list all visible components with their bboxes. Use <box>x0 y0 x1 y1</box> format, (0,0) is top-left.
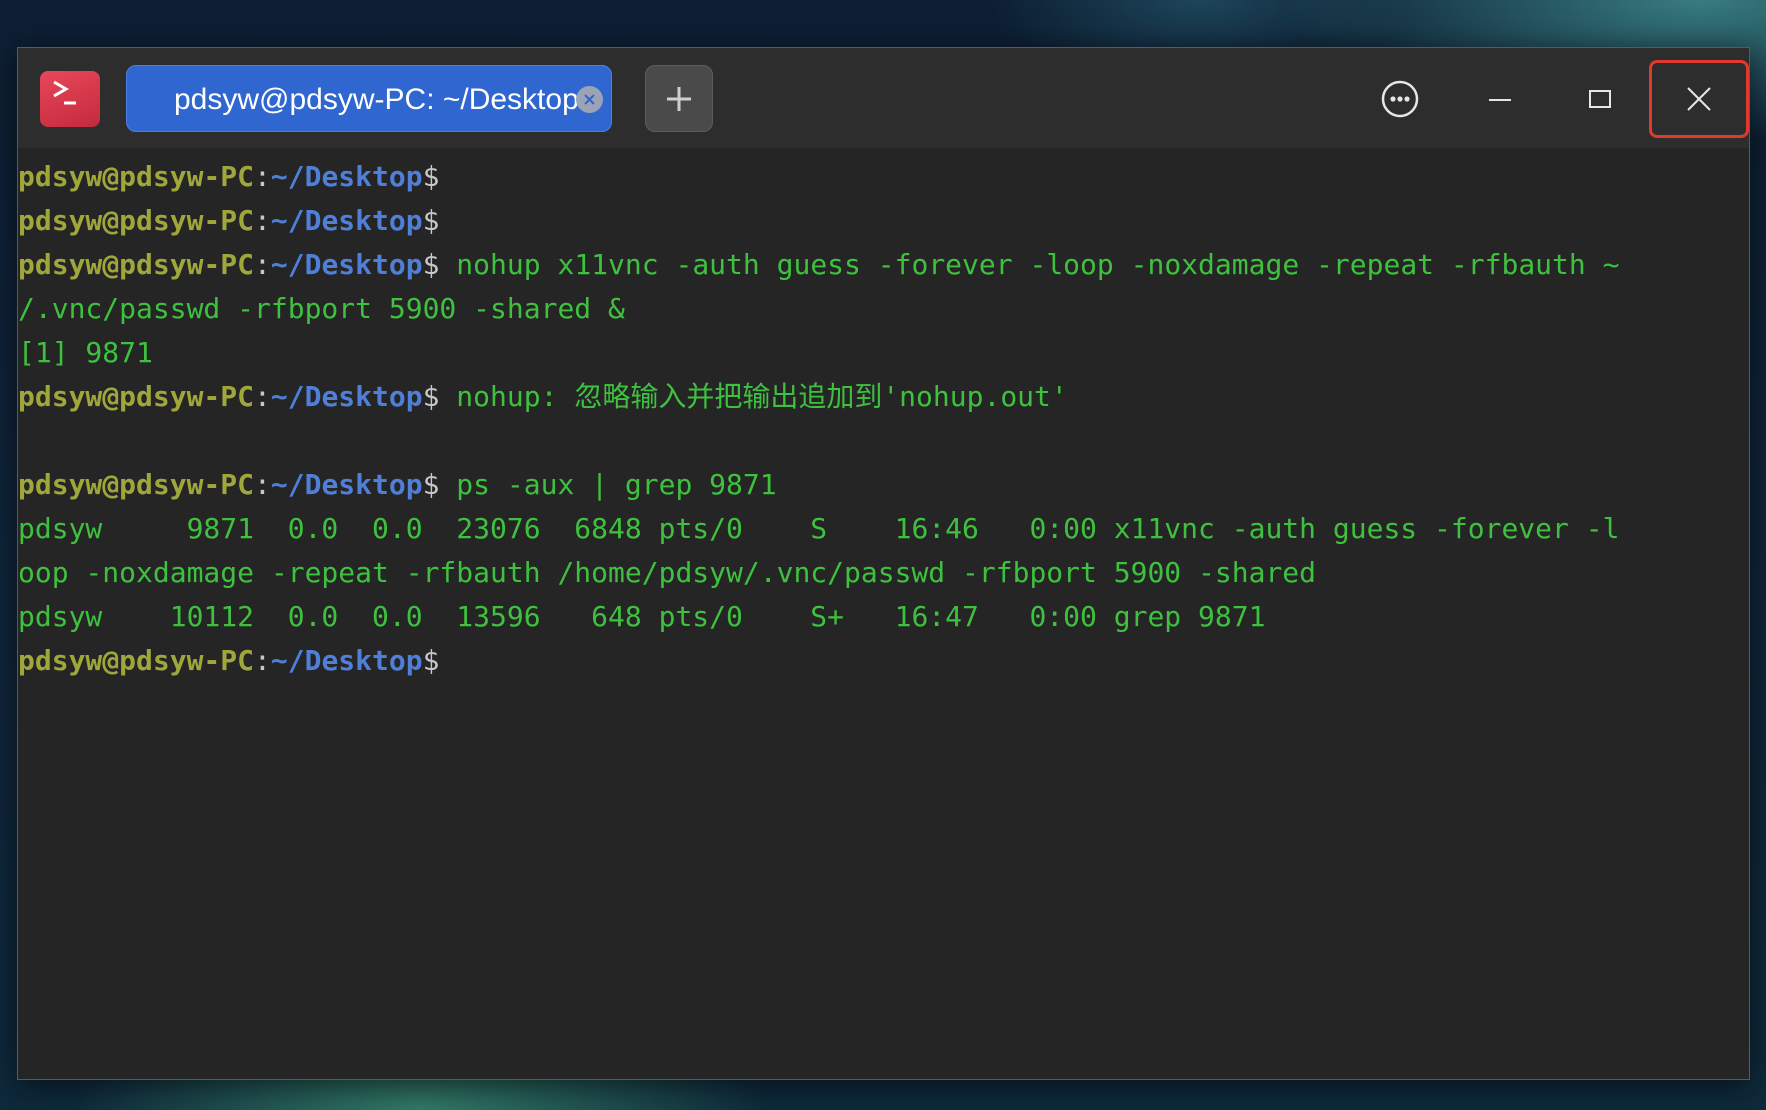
line-text: oop -noxdamage -repeat -rfbauth /home/pd… <box>18 556 1317 589</box>
minimize-icon <box>1489 99 1511 101</box>
close-icon <box>1687 87 1711 111</box>
terminal-output[interactable]: pdsyw@pdsyw-PC:~/Desktop$ pdsyw@pdsyw-PC:… <box>18 148 1749 1079</box>
prompt-symbol: $ <box>422 380 440 413</box>
line-text: ps -aux | grep 9871 <box>439 468 777 501</box>
output-line: [1] 9871 <box>18 331 1749 375</box>
close-button[interactable] <box>1649 60 1749 138</box>
minimize-button[interactable] <box>1455 60 1545 138</box>
prompt-line: pdsyw@pdsyw-PC:~/Desktop$ <box>18 155 1749 199</box>
prompt-colon: : <box>254 468 271 501</box>
prompt-colon: : <box>254 248 271 281</box>
prompt-colon: : <box>254 160 271 193</box>
prompt-colon: : <box>254 380 271 413</box>
close-icon[interactable] <box>576 86 603 113</box>
maximize-button[interactable] <box>1555 60 1645 138</box>
prompt-symbol: $ <box>422 160 440 193</box>
prompt-path: ~/Desktop <box>270 644 423 677</box>
new-tab-button[interactable] <box>645 65 713 132</box>
prompt-path: ~/Desktop <box>270 380 423 413</box>
maximize-icon <box>1589 90 1611 108</box>
prompt-line: pdsyw@pdsyw-PC:~/Desktop$ <box>18 199 1749 243</box>
prompt-colon: : <box>254 644 271 677</box>
prompt-user-host: pdsyw@pdsyw-PC <box>18 160 255 193</box>
prompt-line: pdsyw@pdsyw-PC:~/Desktop$ nohup x11vnc -… <box>18 243 1749 287</box>
tab-terminal[interactable]: pdsyw@pdsyw-PC: ~/Desktop <box>126 65 612 132</box>
prompt-path: ~/Desktop <box>270 204 423 237</box>
line-text: pdsyw 10112 0.0 0.0 13596 648 pts/0 S+ 1… <box>18 600 1266 633</box>
line-text: nohup: 忽略输入并把输出追加到'nohup.out' <box>439 380 1068 413</box>
prompt-symbol: $ <box>422 204 440 237</box>
prompt-user-host: pdsyw@pdsyw-PC <box>18 204 255 237</box>
prompt-symbol: $ <box>422 468 440 501</box>
output-line: pdsyw 10112 0.0 0.0 13596 648 pts/0 S+ 1… <box>18 595 1749 639</box>
plus-icon <box>667 86 691 111</box>
terminal-icon[interactable] <box>40 71 100 127</box>
line-text: nohup x11vnc -auth guess -forever -loop … <box>439 248 1620 281</box>
terminal-window: pdsyw@pdsyw-PC: ~/Desktop pdsyw@pdsyw-PC… <box>17 47 1750 1080</box>
tab-title: pdsyw@pdsyw-PC: ~/Desktop <box>174 83 579 116</box>
prompt-user-host: pdsyw@pdsyw-PC <box>18 380 255 413</box>
output-line: oop -noxdamage -repeat -rfbauth /home/pd… <box>18 551 1749 595</box>
prompt-user-host: pdsyw@pdsyw-PC <box>18 248 255 281</box>
line-text: pdsyw 9871 0.0 0.0 23076 6848 pts/0 S 16… <box>18 512 1620 545</box>
more-icon <box>1381 80 1419 118</box>
prompt-line: pdsyw@pdsyw-PC:~/Desktop$ nohup: 忽略输入并把输… <box>18 375 1749 419</box>
prompt-user-host: pdsyw@pdsyw-PC <box>18 468 255 501</box>
output-line: pdsyw 9871 0.0 0.0 23076 6848 pts/0 S 16… <box>18 507 1749 551</box>
output-line: /.vnc/passwd -rfbport 5900 -shared & <box>18 287 1749 331</box>
title-bar: pdsyw@pdsyw-PC: ~/Desktop <box>18 48 1749 148</box>
prompt-path: ~/Desktop <box>270 468 423 501</box>
prompt-colon: : <box>254 204 271 237</box>
prompt-line: pdsyw@pdsyw-PC:~/Desktop$ <box>18 639 1749 683</box>
prompt-symbol: $ <box>422 248 440 281</box>
prompt-user-host: pdsyw@pdsyw-PC <box>18 644 255 677</box>
menu-button[interactable] <box>1355 60 1445 138</box>
line-text: [1] 9871 <box>18 336 153 369</box>
prompt-symbol: $ <box>422 644 440 677</box>
prompt-path: ~/Desktop <box>270 248 423 281</box>
line-text: /.vnc/passwd -rfbport 5900 -shared & <box>18 292 625 325</box>
prompt-line: pdsyw@pdsyw-PC:~/Desktop$ ps -aux | grep… <box>18 463 1749 507</box>
prompt-path: ~/Desktop <box>270 160 423 193</box>
